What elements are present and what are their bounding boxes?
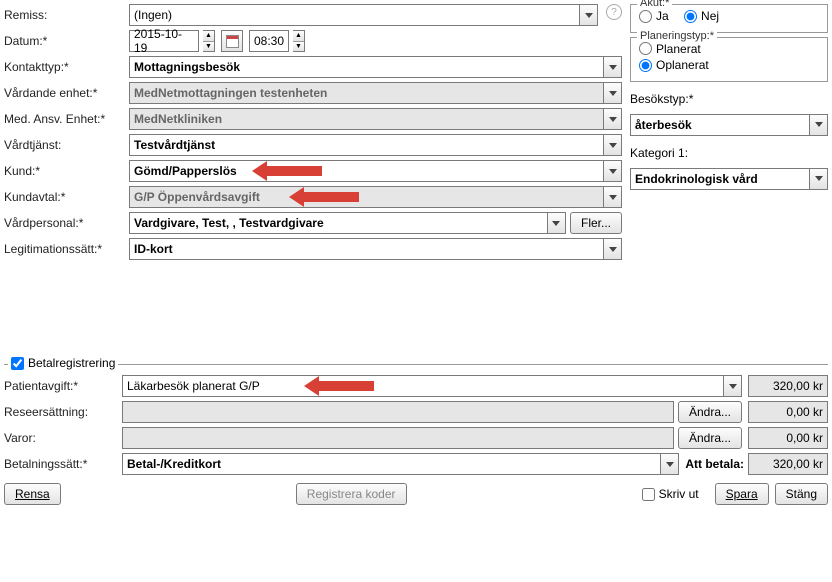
help-icon[interactable]: ? bbox=[606, 4, 622, 20]
varor-amount: 0,00 kr bbox=[748, 427, 828, 449]
date-input[interactable]: 2015-10-19 bbox=[129, 30, 199, 52]
attbetala-amount: 320,00 kr bbox=[748, 453, 828, 475]
patientavgift-label: Patientavgift:* bbox=[4, 379, 122, 393]
chevron-down-icon[interactable] bbox=[809, 169, 827, 189]
chevron-down-icon[interactable] bbox=[723, 376, 741, 396]
varor-field bbox=[122, 427, 674, 449]
remiss-select[interactable]: (Ingen) bbox=[129, 4, 598, 26]
chevron-down-icon bbox=[603, 187, 621, 207]
legitim-select[interactable]: ID-kort bbox=[129, 238, 622, 260]
chevron-down-icon bbox=[603, 109, 621, 129]
betalningssatt-label: Betalningssätt:* bbox=[4, 457, 122, 471]
varor-label: Varor: bbox=[4, 431, 122, 445]
patientavgift-select[interactable]: Läkarbesök planerat G/P bbox=[122, 375, 742, 397]
chevron-down-icon[interactable] bbox=[603, 135, 621, 155]
besokstyp-label: Besökstyp:* bbox=[630, 92, 693, 106]
fler-button[interactable]: Fler... bbox=[570, 212, 622, 234]
chevron-down-icon[interactable] bbox=[547, 213, 565, 233]
vardtjanst-label: Vårdtjänst: bbox=[4, 138, 129, 152]
vardpersonal-select[interactable]: Vardgivare, Test, , Testvardgivare bbox=[129, 212, 566, 234]
skrivut-checkbox[interactable]: Skriv ut bbox=[642, 487, 699, 501]
patientavgift-amount: 320,00 kr bbox=[748, 375, 828, 397]
calendar-icon bbox=[226, 35, 239, 48]
kund-label: Kund:* bbox=[4, 164, 129, 178]
attbetala-label: Att betala: bbox=[685, 457, 744, 471]
planerat-radio[interactable]: Planerat bbox=[639, 42, 701, 56]
vardpersonal-label: Vårdpersonal:* bbox=[4, 216, 129, 230]
kontakttyp-select[interactable]: Mottagningsbesök bbox=[129, 56, 622, 78]
akut-nej-radio[interactable]: Nej bbox=[684, 9, 719, 23]
andra-button[interactable]: Ändra... bbox=[678, 427, 742, 449]
time-input[interactable]: 08:30 bbox=[249, 30, 289, 52]
planeringstyp-legend: Planeringstyp:* bbox=[637, 30, 717, 42]
legitim-label: Legitimationssätt:* bbox=[4, 242, 129, 256]
kategori-label: Kategori 1: bbox=[630, 146, 688, 160]
date-spinner[interactable]: ▲▼ bbox=[203, 30, 215, 52]
kundavtal-label: Kundavtal:* bbox=[4, 190, 129, 204]
stang-button[interactable]: Stäng bbox=[775, 483, 828, 505]
kategori-select[interactable]: Endokrinologisk vård bbox=[630, 168, 828, 190]
chevron-down-icon[interactable] bbox=[809, 115, 827, 135]
chevron-down-icon[interactable] bbox=[603, 239, 621, 259]
chevron-down-icon bbox=[603, 83, 621, 103]
chevron-down-icon[interactable] bbox=[579, 5, 597, 25]
rensa-button[interactable]: Rensa bbox=[4, 483, 61, 505]
vardtjanst-select[interactable]: Testvårdtjänst bbox=[129, 134, 622, 156]
akut-ja-radio[interactable]: Ja bbox=[639, 9, 669, 23]
remiss-label: Remiss: bbox=[4, 8, 129, 22]
vardande-select: MedNetmottagningen testenheten bbox=[129, 82, 622, 104]
time-spinner[interactable]: ▲▼ bbox=[293, 30, 305, 52]
kundavtal-select: G/P Öppenvårdsavgift bbox=[129, 186, 622, 208]
chevron-down-icon[interactable] bbox=[660, 454, 678, 474]
medansv-label: Med. Ansv. Enhet:* bbox=[4, 112, 129, 126]
reseers-label: Reseersättning: bbox=[4, 405, 122, 419]
medansv-select: MedNetkliniken bbox=[129, 108, 622, 130]
regkoder-button: Registrera koder bbox=[296, 483, 407, 505]
kontakttyp-label: Kontakttyp:* bbox=[4, 60, 129, 74]
chevron-down-icon[interactable] bbox=[603, 161, 621, 181]
andra-button[interactable]: Ändra... bbox=[678, 401, 742, 423]
akut-legend: Akut:* bbox=[637, 0, 672, 9]
oplanerat-radio[interactable]: Oplanerat bbox=[639, 58, 709, 72]
besokstyp-select[interactable]: återbesök bbox=[630, 114, 828, 136]
planeringstyp-fieldset: Planeringstyp:* Planerat Oplanerat bbox=[630, 37, 828, 82]
datum-label: Datum:* bbox=[4, 34, 129, 48]
vardande-label: Vårdande enhet:* bbox=[4, 86, 129, 100]
chevron-down-icon[interactable] bbox=[603, 57, 621, 77]
kund-select[interactable]: Gömd/Papperslös bbox=[129, 160, 622, 182]
reseers-field bbox=[122, 401, 674, 423]
betalreg-checkbox[interactable]: Betalregistrering bbox=[8, 356, 118, 370]
spara-button[interactable]: Spara bbox=[715, 483, 769, 505]
betalningssatt-select[interactable]: Betal-/Kreditkort bbox=[122, 453, 679, 475]
calendar-button[interactable] bbox=[221, 30, 243, 52]
reseers-amount: 0,00 kr bbox=[748, 401, 828, 423]
akut-fieldset: Akut:* Ja Nej bbox=[630, 4, 828, 33]
